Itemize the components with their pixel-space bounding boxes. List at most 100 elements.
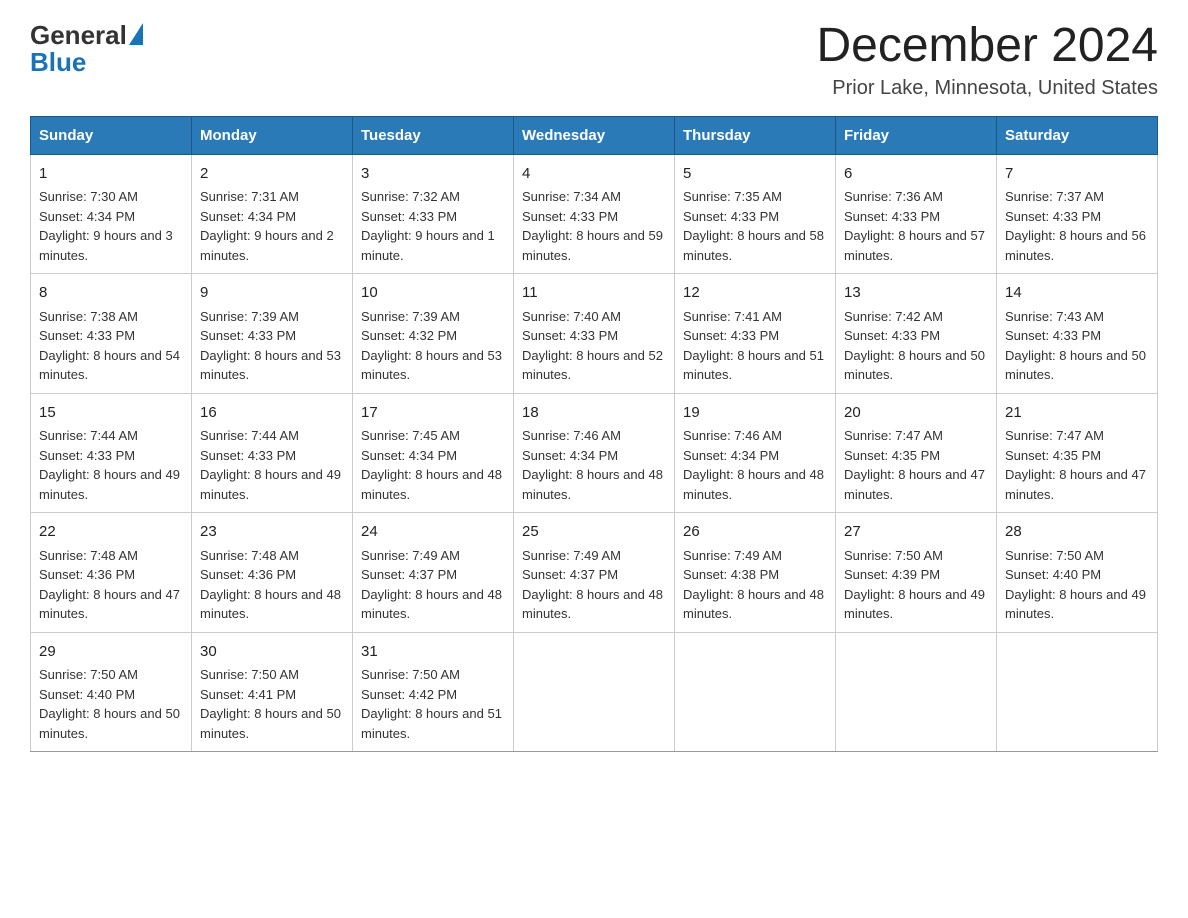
calendar-cell bbox=[997, 632, 1158, 752]
calendar-week-row: 22Sunrise: 7:48 AMSunset: 4:36 PMDayligh… bbox=[31, 513, 1158, 633]
day-number: 16 bbox=[200, 402, 344, 425]
day-info: Sunrise: 7:50 AMSunset: 4:40 PMDaylight:… bbox=[1005, 546, 1149, 624]
page-header: General Blue December 2024 Prior Lake, M… bbox=[30, 20, 1158, 100]
calendar-cell: 15Sunrise: 7:44 AMSunset: 4:33 PMDayligh… bbox=[31, 393, 192, 513]
calendar-cell: 25Sunrise: 7:49 AMSunset: 4:37 PMDayligh… bbox=[514, 513, 675, 633]
calendar-cell: 21Sunrise: 7:47 AMSunset: 4:35 PMDayligh… bbox=[997, 393, 1158, 513]
day-info: Sunrise: 7:31 AMSunset: 4:34 PMDaylight:… bbox=[200, 187, 344, 265]
day-number: 8 bbox=[39, 282, 183, 305]
calendar-cell: 16Sunrise: 7:44 AMSunset: 4:33 PMDayligh… bbox=[192, 393, 353, 513]
day-info: Sunrise: 7:47 AMSunset: 4:35 PMDaylight:… bbox=[844, 426, 988, 504]
calendar-cell: 2Sunrise: 7:31 AMSunset: 4:34 PMDaylight… bbox=[192, 154, 353, 274]
day-number: 24 bbox=[361, 521, 505, 544]
weekday-header-wednesday: Wednesday bbox=[514, 116, 675, 154]
day-info: Sunrise: 7:41 AMSunset: 4:33 PMDaylight:… bbox=[683, 307, 827, 385]
weekday-header-monday: Monday bbox=[192, 116, 353, 154]
day-info: Sunrise: 7:39 AMSunset: 4:33 PMDaylight:… bbox=[200, 307, 344, 385]
calendar-cell: 11Sunrise: 7:40 AMSunset: 4:33 PMDayligh… bbox=[514, 274, 675, 394]
day-number: 14 bbox=[1005, 282, 1149, 305]
weekday-header-sunday: Sunday bbox=[31, 116, 192, 154]
calendar-cell: 8Sunrise: 7:38 AMSunset: 4:33 PMDaylight… bbox=[31, 274, 192, 394]
weekday-header-row: SundayMondayTuesdayWednesdayThursdayFrid… bbox=[31, 116, 1158, 154]
day-info: Sunrise: 7:34 AMSunset: 4:33 PMDaylight:… bbox=[522, 187, 666, 265]
day-number: 5 bbox=[683, 163, 827, 186]
day-info: Sunrise: 7:42 AMSunset: 4:33 PMDaylight:… bbox=[844, 307, 988, 385]
day-info: Sunrise: 7:45 AMSunset: 4:34 PMDaylight:… bbox=[361, 426, 505, 504]
day-number: 1 bbox=[39, 163, 183, 186]
day-number: 15 bbox=[39, 402, 183, 425]
calendar-cell: 4Sunrise: 7:34 AMSunset: 4:33 PMDaylight… bbox=[514, 154, 675, 274]
weekday-header-saturday: Saturday bbox=[997, 116, 1158, 154]
day-info: Sunrise: 7:46 AMSunset: 4:34 PMDaylight:… bbox=[522, 426, 666, 504]
day-number: 31 bbox=[361, 641, 505, 664]
calendar-cell: 18Sunrise: 7:46 AMSunset: 4:34 PMDayligh… bbox=[514, 393, 675, 513]
logo-triangle-icon bbox=[129, 23, 143, 45]
day-number: 11 bbox=[522, 282, 666, 305]
calendar-cell bbox=[675, 632, 836, 752]
day-info: Sunrise: 7:39 AMSunset: 4:32 PMDaylight:… bbox=[361, 307, 505, 385]
day-number: 22 bbox=[39, 521, 183, 544]
calendar-week-row: 1Sunrise: 7:30 AMSunset: 4:34 PMDaylight… bbox=[31, 154, 1158, 274]
day-info: Sunrise: 7:50 AMSunset: 4:42 PMDaylight:… bbox=[361, 665, 505, 743]
calendar-cell: 14Sunrise: 7:43 AMSunset: 4:33 PMDayligh… bbox=[997, 274, 1158, 394]
day-info: Sunrise: 7:37 AMSunset: 4:33 PMDaylight:… bbox=[1005, 187, 1149, 265]
day-info: Sunrise: 7:46 AMSunset: 4:34 PMDaylight:… bbox=[683, 426, 827, 504]
calendar-cell: 3Sunrise: 7:32 AMSunset: 4:33 PMDaylight… bbox=[353, 154, 514, 274]
calendar-week-row: 15Sunrise: 7:44 AMSunset: 4:33 PMDayligh… bbox=[31, 393, 1158, 513]
day-number: 18 bbox=[522, 402, 666, 425]
calendar-cell: 26Sunrise: 7:49 AMSunset: 4:38 PMDayligh… bbox=[675, 513, 836, 633]
calendar-cell bbox=[514, 632, 675, 752]
calendar-table: SundayMondayTuesdayWednesdayThursdayFrid… bbox=[30, 116, 1158, 753]
day-info: Sunrise: 7:30 AMSunset: 4:34 PMDaylight:… bbox=[39, 187, 183, 265]
day-number: 9 bbox=[200, 282, 344, 305]
day-number: 10 bbox=[361, 282, 505, 305]
day-info: Sunrise: 7:50 AMSunset: 4:39 PMDaylight:… bbox=[844, 546, 988, 624]
day-info: Sunrise: 7:38 AMSunset: 4:33 PMDaylight:… bbox=[39, 307, 183, 385]
calendar-cell: 29Sunrise: 7:50 AMSunset: 4:40 PMDayligh… bbox=[31, 632, 192, 752]
day-info: Sunrise: 7:35 AMSunset: 4:33 PMDaylight:… bbox=[683, 187, 827, 265]
calendar-cell: 1Sunrise: 7:30 AMSunset: 4:34 PMDaylight… bbox=[31, 154, 192, 274]
day-info: Sunrise: 7:49 AMSunset: 4:38 PMDaylight:… bbox=[683, 546, 827, 624]
day-info: Sunrise: 7:36 AMSunset: 4:33 PMDaylight:… bbox=[844, 187, 988, 265]
calendar-week-row: 29Sunrise: 7:50 AMSunset: 4:40 PMDayligh… bbox=[31, 632, 1158, 752]
calendar-cell: 7Sunrise: 7:37 AMSunset: 4:33 PMDaylight… bbox=[997, 154, 1158, 274]
calendar-cell: 5Sunrise: 7:35 AMSunset: 4:33 PMDaylight… bbox=[675, 154, 836, 274]
calendar-cell: 19Sunrise: 7:46 AMSunset: 4:34 PMDayligh… bbox=[675, 393, 836, 513]
day-number: 21 bbox=[1005, 402, 1149, 425]
title-section: December 2024 Prior Lake, Minnesota, Uni… bbox=[816, 20, 1158, 100]
day-number: 2 bbox=[200, 163, 344, 186]
day-number: 7 bbox=[1005, 163, 1149, 186]
day-info: Sunrise: 7:49 AMSunset: 4:37 PMDaylight:… bbox=[522, 546, 666, 624]
calendar-week-row: 8Sunrise: 7:38 AMSunset: 4:33 PMDaylight… bbox=[31, 274, 1158, 394]
day-number: 30 bbox=[200, 641, 344, 664]
day-number: 19 bbox=[683, 402, 827, 425]
location-subtitle: Prior Lake, Minnesota, United States bbox=[816, 77, 1158, 100]
day-number: 3 bbox=[361, 163, 505, 186]
day-number: 12 bbox=[683, 282, 827, 305]
day-number: 26 bbox=[683, 521, 827, 544]
calendar-cell: 20Sunrise: 7:47 AMSunset: 4:35 PMDayligh… bbox=[836, 393, 997, 513]
day-number: 6 bbox=[844, 163, 988, 186]
logo: General Blue bbox=[30, 20, 143, 78]
day-number: 29 bbox=[39, 641, 183, 664]
day-number: 17 bbox=[361, 402, 505, 425]
calendar-cell: 30Sunrise: 7:50 AMSunset: 4:41 PMDayligh… bbox=[192, 632, 353, 752]
day-info: Sunrise: 7:47 AMSunset: 4:35 PMDaylight:… bbox=[1005, 426, 1149, 504]
weekday-header-tuesday: Tuesday bbox=[353, 116, 514, 154]
calendar-cell: 28Sunrise: 7:50 AMSunset: 4:40 PMDayligh… bbox=[997, 513, 1158, 633]
logo-blue-text: Blue bbox=[30, 47, 86, 78]
day-number: 27 bbox=[844, 521, 988, 544]
day-info: Sunrise: 7:44 AMSunset: 4:33 PMDaylight:… bbox=[39, 426, 183, 504]
day-number: 25 bbox=[522, 521, 666, 544]
day-number: 28 bbox=[1005, 521, 1149, 544]
calendar-cell: 27Sunrise: 7:50 AMSunset: 4:39 PMDayligh… bbox=[836, 513, 997, 633]
calendar-cell: 31Sunrise: 7:50 AMSunset: 4:42 PMDayligh… bbox=[353, 632, 514, 752]
day-info: Sunrise: 7:48 AMSunset: 4:36 PMDaylight:… bbox=[39, 546, 183, 624]
calendar-cell: 17Sunrise: 7:45 AMSunset: 4:34 PMDayligh… bbox=[353, 393, 514, 513]
day-info: Sunrise: 7:44 AMSunset: 4:33 PMDaylight:… bbox=[200, 426, 344, 504]
weekday-header-friday: Friday bbox=[836, 116, 997, 154]
day-info: Sunrise: 7:50 AMSunset: 4:40 PMDaylight:… bbox=[39, 665, 183, 743]
day-info: Sunrise: 7:40 AMSunset: 4:33 PMDaylight:… bbox=[522, 307, 666, 385]
calendar-cell: 9Sunrise: 7:39 AMSunset: 4:33 PMDaylight… bbox=[192, 274, 353, 394]
calendar-cell: 12Sunrise: 7:41 AMSunset: 4:33 PMDayligh… bbox=[675, 274, 836, 394]
